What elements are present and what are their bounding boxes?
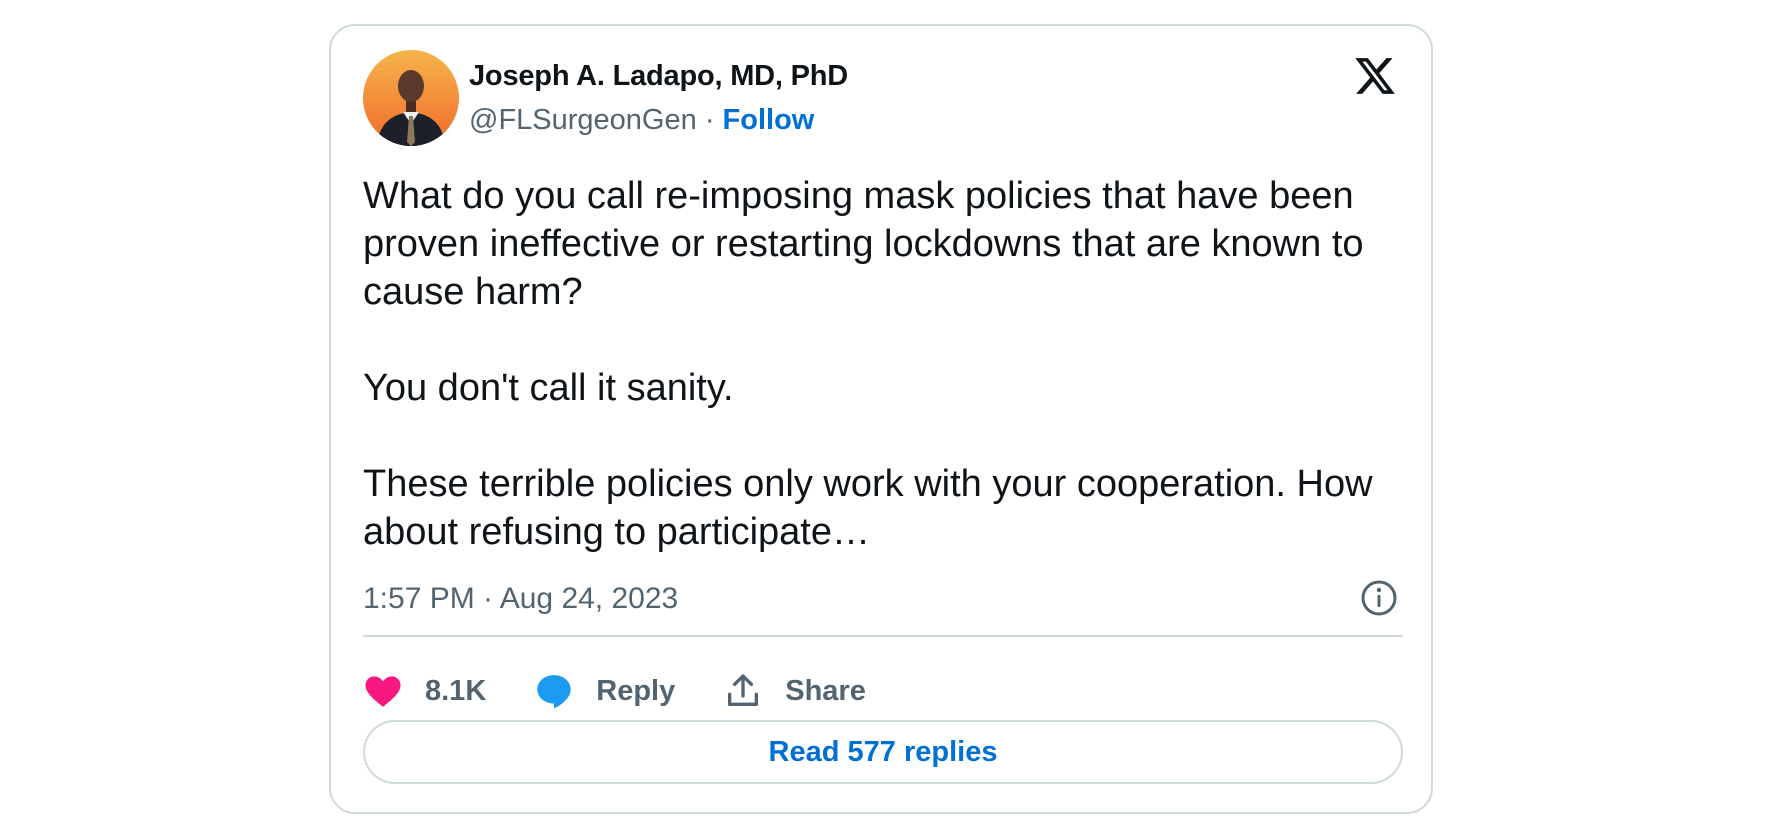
- avatar[interactable]: [363, 50, 459, 146]
- tweet-card: Joseph A. Ladapo, MD, PhD @FLSurgeonGen …: [329, 24, 1433, 814]
- info-icon[interactable]: [1359, 578, 1399, 618]
- separator-dot: ·: [704, 104, 715, 136]
- author-handle[interactable]: @FLSurgeonGen: [469, 104, 697, 136]
- tweet-paragraph: What do you call re-imposing mask polici…: [363, 175, 1364, 313]
- tweet-timestamp[interactable]: 1:57 PM · Aug 24, 2023: [363, 582, 678, 616]
- like-button[interactable]: 8.1K: [363, 671, 486, 711]
- divider: [363, 635, 1403, 637]
- reply-bubble-icon: [537, 675, 571, 709]
- author-handle-row: @FLSurgeonGen · Follow: [469, 104, 814, 137]
- share-label: Share: [785, 674, 866, 707]
- x-logo-icon[interactable]: [1353, 54, 1397, 98]
- author-name[interactable]: Joseph A. Ladapo, MD, PhD: [469, 60, 848, 93]
- tweet-paragraph: You don't call it sanity.: [363, 367, 734, 409]
- reply-button[interactable]: Reply: [534, 671, 675, 711]
- read-replies-button[interactable]: Read 577 replies: [363, 720, 1403, 784]
- share-icon: [728, 674, 759, 706]
- share-button[interactable]: Share: [723, 671, 866, 711]
- heart-icon: [365, 676, 401, 707]
- like-count: 8.1K: [425, 674, 487, 707]
- action-bar: 8.1K Reply Share: [363, 666, 914, 716]
- tweet-text: What do you call re-imposing mask polici…: [363, 172, 1403, 556]
- tweet-paragraph: These terrible policies only work with y…: [363, 463, 1373, 553]
- reply-label: Reply: [596, 674, 676, 707]
- follow-button[interactable]: Follow: [723, 104, 815, 136]
